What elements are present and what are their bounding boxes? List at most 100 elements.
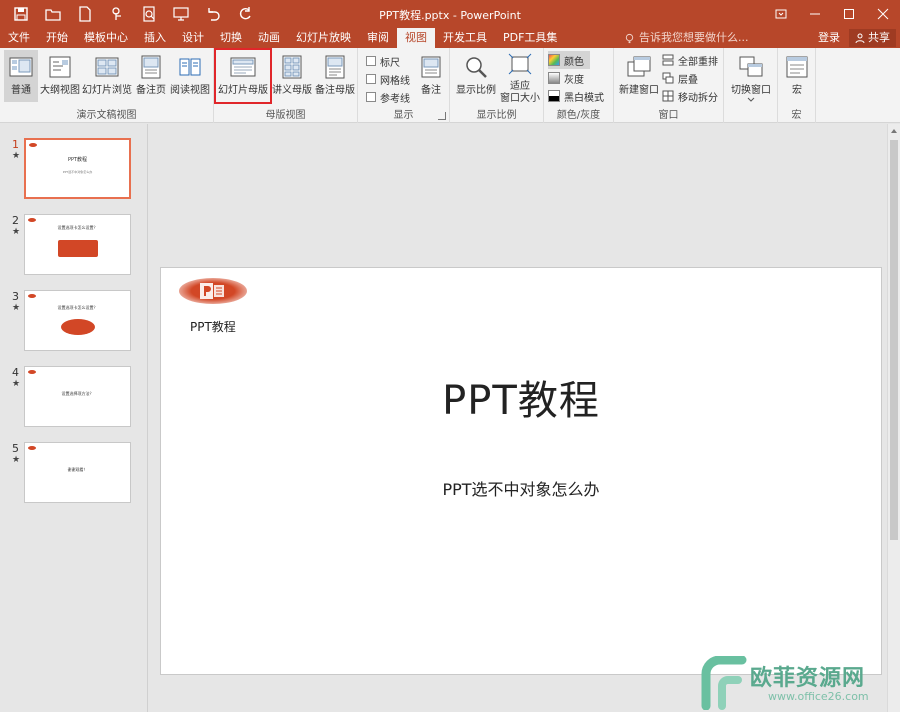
slide-thumbnail[interactable]: 3 ★ 设置选项卡怎么设置？ (10, 290, 136, 352)
slide-thumbnail[interactable]: 4 ★ 设置选择项方法？ (10, 366, 136, 428)
slide-master-button[interactable]: 幻灯片母版 (214, 48, 272, 104)
tell-me-box[interactable]: 告诉我您想要做什么... (624, 28, 749, 48)
handout-master-button[interactable]: 讲义母版 (272, 50, 312, 102)
slide-editor-area[interactable]: PPT教程 PPT教程 PPT选不中对象怎么办 (149, 124, 887, 712)
tab-9[interactable]: 视图 (397, 28, 435, 48)
zoom-button[interactable]: 显示比例 (454, 50, 498, 102)
slide-sorter-button[interactable]: 幻灯片浏览 (82, 50, 132, 102)
group-zoom: 显示比例 适应 窗口大小 显示比例 (450, 48, 544, 123)
move-split-button[interactable]: 移动拆分 (662, 87, 718, 105)
ruler-checkbox[interactable]: 标尺 (366, 52, 400, 70)
tab-11[interactable]: PDF工具集 (495, 28, 565, 48)
move-split-label: 移动拆分 (678, 92, 718, 104)
ribbon: 普通 大纲视图 幻灯片浏览 备注页 阅读视图 演示文稿视图 幻灯片母版 讲义母版 (0, 48, 900, 132)
slide-subtitle[interactable]: PPT选不中对象怎么办 (161, 476, 881, 500)
tab-5[interactable]: 切换 (212, 28, 250, 48)
notes-master-button[interactable]: 备注母版 (314, 50, 356, 102)
group-switch-windows: 切换窗口 (724, 48, 778, 123)
thumbnail-title: PPT教程 (67, 157, 88, 163)
group-label-window: 窗口 (658, 110, 679, 121)
macros-button[interactable]: 宏 (782, 50, 812, 102)
tab-8[interactable]: 审阅 (359, 28, 397, 48)
slide-thumbnail[interactable]: 5 ★ 谢谢观看！ (10, 442, 136, 504)
tab-10[interactable]: 开发工具 (435, 28, 495, 48)
slide-number: 5 (12, 442, 19, 455)
new-window-button[interactable]: 新建窗口 (618, 50, 660, 102)
notes-page-button[interactable]: 备注页 (134, 50, 168, 102)
grayscale-button[interactable]: 灰度 (548, 69, 584, 87)
new-file-icon[interactable] (70, 3, 100, 25)
current-slide[interactable]: PPT教程 PPT教程 PPT选不中对象怎么办 (160, 267, 882, 675)
slide-thumbnail-image: 设置选项卡怎么设置？ (24, 214, 131, 275)
tab-4[interactable]: 设计 (174, 28, 212, 48)
mini-logo-icon (28, 446, 36, 450)
normal-view-label: 普通 (11, 85, 31, 96)
grayscale-label: 灰度 (564, 74, 584, 86)
tab-2[interactable]: 模板中心 (76, 28, 136, 48)
logo-caption[interactable]: PPT教程 (190, 318, 236, 335)
macros-label: 宏 (792, 85, 802, 96)
scrollbar-thumb[interactable] (890, 140, 898, 540)
print-preview-icon[interactable] (134, 3, 164, 25)
arrange-all-button[interactable]: 全部重排 (662, 51, 718, 69)
slide-thumbnail-image: 谢谢观看！ (24, 442, 131, 503)
touch-mode-icon[interactable] (102, 3, 132, 25)
open-folder-icon[interactable] (38, 3, 68, 25)
watermark-text: 欧菲资源网 (750, 666, 866, 691)
minimize-icon[interactable] (798, 0, 832, 28)
maximize-icon[interactable] (832, 0, 866, 28)
save-icon[interactable] (6, 3, 36, 25)
notes-master-label: 备注母版 (315, 85, 355, 96)
slide-thumbnail[interactable]: 1 ★ PPT教程 PPT选不中对象怎么办 (10, 138, 136, 200)
slide-number: 4 (12, 366, 19, 379)
slideshow-from-start-icon[interactable] (166, 3, 196, 25)
ruler-label: 标尺 (380, 57, 400, 69)
reading-view-button[interactable]: 阅读视图 (170, 50, 210, 102)
group-label-macros: 宏 (791, 110, 802, 121)
switch-windows-icon (736, 52, 766, 82)
show-dialog-launcher-icon[interactable] (438, 112, 446, 120)
black-white-button[interactable]: 黑白模式 (548, 87, 604, 105)
cascade-button[interactable]: 层叠 (662, 69, 698, 87)
switch-windows-button[interactable]: 切换窗口 (728, 50, 774, 102)
gridlines-checkbox[interactable]: 网格线 (366, 70, 410, 88)
animation-star-icon: ★ (12, 227, 21, 237)
guides-checkbox[interactable]: 参考线 (366, 88, 410, 106)
close-icon[interactable] (866, 0, 900, 28)
tab-3[interactable]: 插入 (136, 28, 174, 48)
share-button[interactable]: 共享 (849, 29, 896, 47)
vertical-scrollbar[interactable] (887, 124, 900, 712)
scroll-up-icon[interactable] (890, 127, 898, 135)
fit-to-window-icon (505, 52, 535, 78)
tell-me-text: 告诉我您想要做什么... (639, 31, 749, 44)
quick-access-toolbar (6, 3, 260, 25)
thumbnail-title: 设置选项卡怎么设置？ (57, 225, 98, 230)
arrange-all-icon (662, 54, 674, 66)
slide-title[interactable]: PPT教程 (161, 368, 881, 426)
slide-thumbnail[interactable]: 2 ★ 设置选项卡怎么设置？ (10, 214, 136, 276)
redo-icon[interactable] (230, 3, 260, 25)
group-macros: 宏 宏 (778, 48, 816, 123)
tab-0[interactable]: 文件 (0, 28, 38, 48)
slide-master-icon (228, 52, 258, 82)
login-link[interactable]: 登录 (818, 28, 840, 48)
watermark-logo-icon (701, 656, 747, 710)
color-button[interactable]: 颜色 (548, 51, 590, 69)
grayscale-swatch-icon (548, 72, 560, 84)
tab-7[interactable]: 幻灯片放映 (288, 28, 359, 48)
notes-button[interactable]: 备注 (416, 50, 446, 102)
black-white-label: 黑白模式 (564, 92, 604, 104)
mini-logo-icon (29, 143, 37, 147)
normal-view-button[interactable]: 普通 (4, 50, 38, 102)
mini-logo-icon (28, 370, 36, 374)
group-label-zoom: 显示比例 (476, 110, 517, 121)
notes-page-icon (136, 52, 166, 82)
ribbon-display-options-icon[interactable] (764, 0, 798, 28)
fit-to-window-button[interactable]: 适应 窗口大小 (500, 50, 540, 104)
tab-6[interactable]: 动画 (250, 28, 288, 48)
tab-1[interactable]: 开始 (38, 28, 76, 48)
outline-view-button[interactable]: 大纲视图 (40, 50, 80, 102)
slide-sorter-label: 幻灯片浏览 (82, 85, 132, 96)
undo-icon[interactable] (198, 3, 228, 25)
slide-master-label: 幻灯片母版 (218, 85, 268, 96)
